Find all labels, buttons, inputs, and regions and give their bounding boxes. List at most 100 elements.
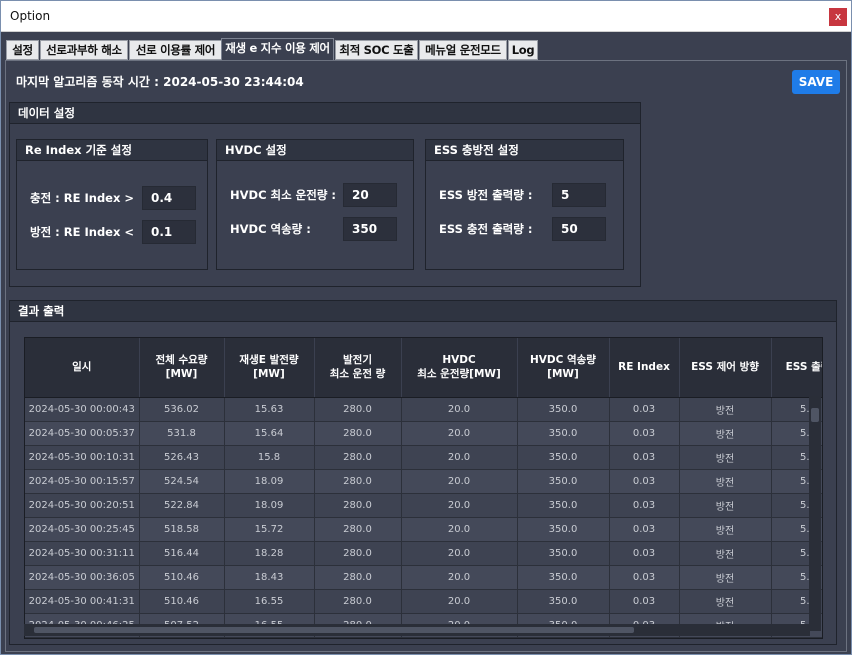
- vertical-scroll-thumb[interactable]: [811, 408, 819, 422]
- column-header[interactable]: 전체 수요량 [MW]: [139, 338, 225, 398]
- tab-line-overload[interactable]: 선로과부하 해소: [40, 40, 128, 60]
- table-cell: 방전: [679, 541, 772, 566]
- table-cell: 0.03: [609, 517, 680, 542]
- discharge-re-index-input[interactable]: 0.1: [142, 220, 196, 244]
- title-bar: Option x: [1, 1, 851, 32]
- results-title: 결과 출력: [10, 301, 836, 322]
- table-header-row: 일시 전체 수요량 [MW] 재생E 발전량 [MW] 발전기 최소 운전 량 HVDC…: [25, 338, 822, 398]
- table-cell: 0.03: [609, 469, 680, 494]
- tab-manual-mode[interactable]: 메뉴얼 운전모드: [419, 40, 507, 60]
- table-cell: 20.0: [401, 565, 518, 590]
- results-table: 일시 전체 수요량 [MW] 재생E 발전량 [MW] 발전기 최소 운전 량 HVDC…: [25, 338, 822, 638]
- tab-settings[interactable]: 설정: [6, 40, 39, 60]
- column-header[interactable]: ESS 출력: [771, 338, 822, 398]
- tab-strip: 설정 선로과부하 해소 선로 이용률 제어 재생 e 지수 이용 제어 최적 S…: [6, 38, 846, 61]
- charge-re-index-input[interactable]: 0.4: [142, 186, 196, 210]
- table-cell: 522.84: [139, 493, 225, 518]
- table-cell: 350.0: [517, 517, 610, 542]
- table-row[interactable]: 2024-05-30 00:15:57 524.54 18.09 280.0 20.0 3…: [25, 469, 822, 494]
- table-cell: 방전: [679, 469, 772, 494]
- table-cell: 16.55: [224, 589, 315, 614]
- table-row[interactable]: 2024-05-30 00:05:37 531.8 15.64 280.0 20.0 35…: [25, 421, 822, 446]
- table-cell: 18.09: [224, 493, 315, 518]
- table-row[interactable]: 2024-05-30 00:00:43 536.02 15.63 280.0 20.0 3…: [25, 397, 822, 422]
- table-cell: 516.44: [139, 541, 225, 566]
- table-cell: 방전: [679, 589, 772, 614]
- column-header[interactable]: ESS 제어 방향: [679, 338, 772, 398]
- table-cell: 280.0: [314, 493, 402, 518]
- re-index-title: Re Index 기준 설정: [17, 140, 207, 161]
- table-row[interactable]: 2024-05-30 00:10:31 526.43 15.8 280.0 20.0 35…: [25, 445, 822, 470]
- ess-charge-input[interactable]: 50: [552, 217, 606, 241]
- vertical-scrollbar[interactable]: [809, 396, 821, 631]
- tab-log[interactable]: Log: [508, 40, 538, 60]
- table-cell: 방전: [679, 397, 772, 422]
- close-button[interactable]: x: [829, 8, 847, 26]
- table-cell: 280.0: [314, 469, 402, 494]
- column-header[interactable]: HVDC 최소 운전량[MW]: [401, 338, 518, 398]
- table-cell: 0.03: [609, 541, 680, 566]
- table-cell: 0.03: [609, 421, 680, 446]
- column-header[interactable]: 일시: [25, 338, 140, 398]
- table-cell: 방전: [679, 445, 772, 470]
- tab-renewable-index[interactable]: 재생 e 지수 이용 제어: [221, 38, 334, 61]
- table-cell: 280.0: [314, 421, 402, 446]
- table-row[interactable]: 2024-05-30 00:25:45 518.58 15.72 280.0 20.0 3…: [25, 517, 822, 542]
- data-settings-title: 데이터 설정: [10, 103, 640, 124]
- table-cell: 15.8: [224, 445, 315, 470]
- hvdc-trans-label: HVDC 역송량 :: [230, 222, 311, 236]
- table-cell: 350.0: [517, 493, 610, 518]
- table-cell: 280.0: [314, 565, 402, 590]
- column-header[interactable]: RE Index: [609, 338, 680, 398]
- ess-discharge-input[interactable]: 5: [552, 183, 606, 207]
- table-cell: 0.03: [609, 397, 680, 422]
- table-cell: 2024-05-30 00:41:31: [25, 589, 140, 614]
- option-window: Option x 설정 선로과부하 해소 선로 이용률 제어 재생 e 지수 이…: [0, 0, 852, 655]
- table-cell: 15.63: [224, 397, 315, 422]
- tab-line-utilization[interactable]: 선로 이용률 제어: [129, 40, 222, 60]
- table-cell: 0.03: [609, 565, 680, 590]
- table-cell: 20.0: [401, 469, 518, 494]
- table-cell: 0.03: [609, 445, 680, 470]
- table-row[interactable]: 2024-05-30 00:41:31 510.46 16.55 280.0 20.0 3…: [25, 589, 822, 614]
- hvdc-min-input[interactable]: 20: [343, 183, 397, 207]
- table-cell: 2024-05-30 00:10:31: [25, 445, 140, 470]
- table-cell: 방전: [679, 517, 772, 542]
- column-header[interactable]: 재생E 발전량 [MW]: [224, 338, 315, 398]
- column-header[interactable]: 발전기 최소 운전 량: [314, 338, 402, 398]
- table-row[interactable]: 2024-05-30 00:36:05 510.46 18.43 280.0 20.0 3…: [25, 565, 822, 590]
- table-cell: 2024-05-30 00:00:43: [25, 397, 140, 422]
- table-cell: 280.0: [314, 445, 402, 470]
- tab-optimal-soc[interactable]: 최적 SOC 도출: [335, 40, 418, 60]
- window-title: Option: [10, 9, 51, 23]
- table-cell: 510.46: [139, 565, 225, 590]
- table-cell: 20.0: [401, 421, 518, 446]
- hvdc-trans-input[interactable]: 350: [343, 217, 397, 241]
- table-cell: 510.46: [139, 589, 225, 614]
- table-cell: 18.43: [224, 565, 315, 590]
- table-row[interactable]: 2024-05-30 00:20:51 522.84 18.09 280.0 20.0 3…: [25, 493, 822, 518]
- horizontal-scrollbar[interactable]: [24, 624, 810, 636]
- table-cell: 18.28: [224, 541, 315, 566]
- table-cell: 280.0: [314, 589, 402, 614]
- charge-re-index-label: 충전 : RE Index >: [30, 191, 135, 205]
- table-row[interactable]: 2024-05-30 00:31:11 516.44 18.28 280.0 20.0 3…: [25, 541, 822, 566]
- horizontal-scroll-thumb[interactable]: [34, 627, 634, 633]
- results-grid[interactable]: 일시 전체 수요량 [MW] 재생E 발전량 [MW] 발전기 최소 운전 량 HVDC…: [24, 337, 823, 639]
- table-cell: 2024-05-30 00:05:37: [25, 421, 140, 446]
- table-cell: 방전: [679, 565, 772, 590]
- table-cell: 20.0: [401, 493, 518, 518]
- ess-charge-label: ESS 충전 출력량 :: [439, 222, 533, 236]
- table-cell: 350.0: [517, 469, 610, 494]
- table-cell: 531.8: [139, 421, 225, 446]
- table-cell: 518.58: [139, 517, 225, 542]
- table-cell: 20.0: [401, 517, 518, 542]
- table-cell: 280.0: [314, 517, 402, 542]
- table-cell: 15.72: [224, 517, 315, 542]
- table-cell: 방전: [679, 493, 772, 518]
- save-button[interactable]: SAVE: [792, 70, 840, 94]
- table-cell: 280.0: [314, 397, 402, 422]
- table-cell: 18.09: [224, 469, 315, 494]
- column-header[interactable]: HVDC 역송량 [MW]: [517, 338, 610, 398]
- table-cell: 350.0: [517, 541, 610, 566]
